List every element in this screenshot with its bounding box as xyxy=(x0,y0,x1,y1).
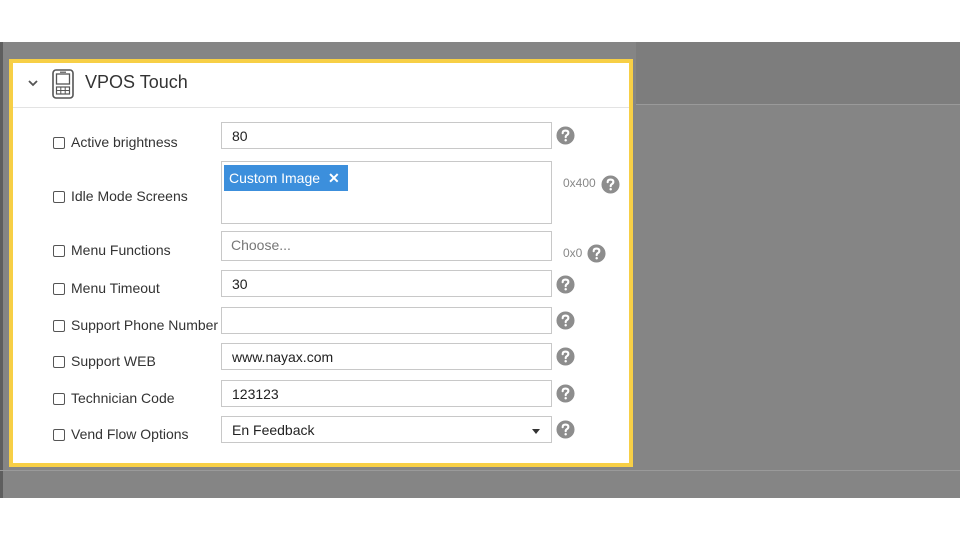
vend-flow-options-checkbox[interactable] xyxy=(53,429,65,441)
menu-functions-suffix: 0x0 xyxy=(563,246,583,260)
help-circle-icon[interactable] xyxy=(556,311,575,330)
divider xyxy=(0,470,960,471)
help-circle-icon[interactable] xyxy=(556,126,575,145)
selected-tag: Custom Image ✕ xyxy=(224,165,348,191)
support-phone-number-input[interactable] xyxy=(221,307,552,334)
caret-down-icon[interactable] xyxy=(532,429,540,434)
divider xyxy=(636,104,960,105)
support-web-checkbox[interactable] xyxy=(53,356,65,368)
left-edge xyxy=(0,42,3,498)
help-circle-icon[interactable] xyxy=(556,347,575,366)
support-web-input[interactable]: www.nayax.com xyxy=(221,343,552,370)
vpos-device-icon xyxy=(52,69,74,99)
support-web-label: Support WEB xyxy=(71,353,156,369)
idle-mode-screens-multiselect[interactable]: Custom Image ✕ xyxy=(221,161,552,224)
section-header[interactable]: VPOS Touch xyxy=(13,63,629,108)
vend-flow-options-select[interactable]: En Feedback xyxy=(221,416,552,443)
menu-timeout-label: Menu Timeout xyxy=(71,280,160,296)
menu-functions-checkbox[interactable] xyxy=(53,245,65,257)
chevron-down-icon[interactable] xyxy=(27,77,39,89)
menu-timeout-input[interactable]: 30 xyxy=(221,270,552,297)
help-circle-icon[interactable] xyxy=(587,244,606,263)
idle-mode-screens-label: Idle Mode Screens xyxy=(71,188,188,204)
section-title: VPOS Touch xyxy=(85,72,188,92)
active-brightness-input[interactable]: 80 xyxy=(221,122,552,149)
help-circle-icon[interactable] xyxy=(601,175,620,194)
vpos-touch-section: VPOS Touch Active brightness 80 Idle Mod… xyxy=(9,59,633,467)
menu-timeout-checkbox[interactable] xyxy=(53,283,65,295)
help-circle-icon[interactable] xyxy=(556,384,575,403)
help-circle-icon[interactable] xyxy=(556,420,575,439)
technician-code-label: Technician Code xyxy=(71,390,175,406)
technician-code-input[interactable]: 123123 xyxy=(221,380,552,407)
technician-code-checkbox[interactable] xyxy=(53,393,65,405)
right-header-area xyxy=(636,42,960,104)
help-circle-icon[interactable] xyxy=(556,275,575,294)
active-brightness-label: Active brightness xyxy=(71,134,178,150)
support-phone-number-label: Support Phone Number xyxy=(71,317,219,333)
close-icon[interactable]: ✕ xyxy=(328,170,340,187)
idle-mode-screens-suffix: 0x400 xyxy=(563,176,596,190)
menu-functions-select[interactable]: Choose... xyxy=(221,231,552,261)
vend-flow-options-label: Vend Flow Options xyxy=(71,426,189,442)
menu-functions-label: Menu Functions xyxy=(71,242,171,258)
idle-mode-screens-checkbox[interactable] xyxy=(53,191,65,203)
active-brightness-checkbox[interactable] xyxy=(53,137,65,149)
support-phone-number-checkbox[interactable] xyxy=(53,320,65,332)
tag-label: Custom Image xyxy=(229,170,321,186)
